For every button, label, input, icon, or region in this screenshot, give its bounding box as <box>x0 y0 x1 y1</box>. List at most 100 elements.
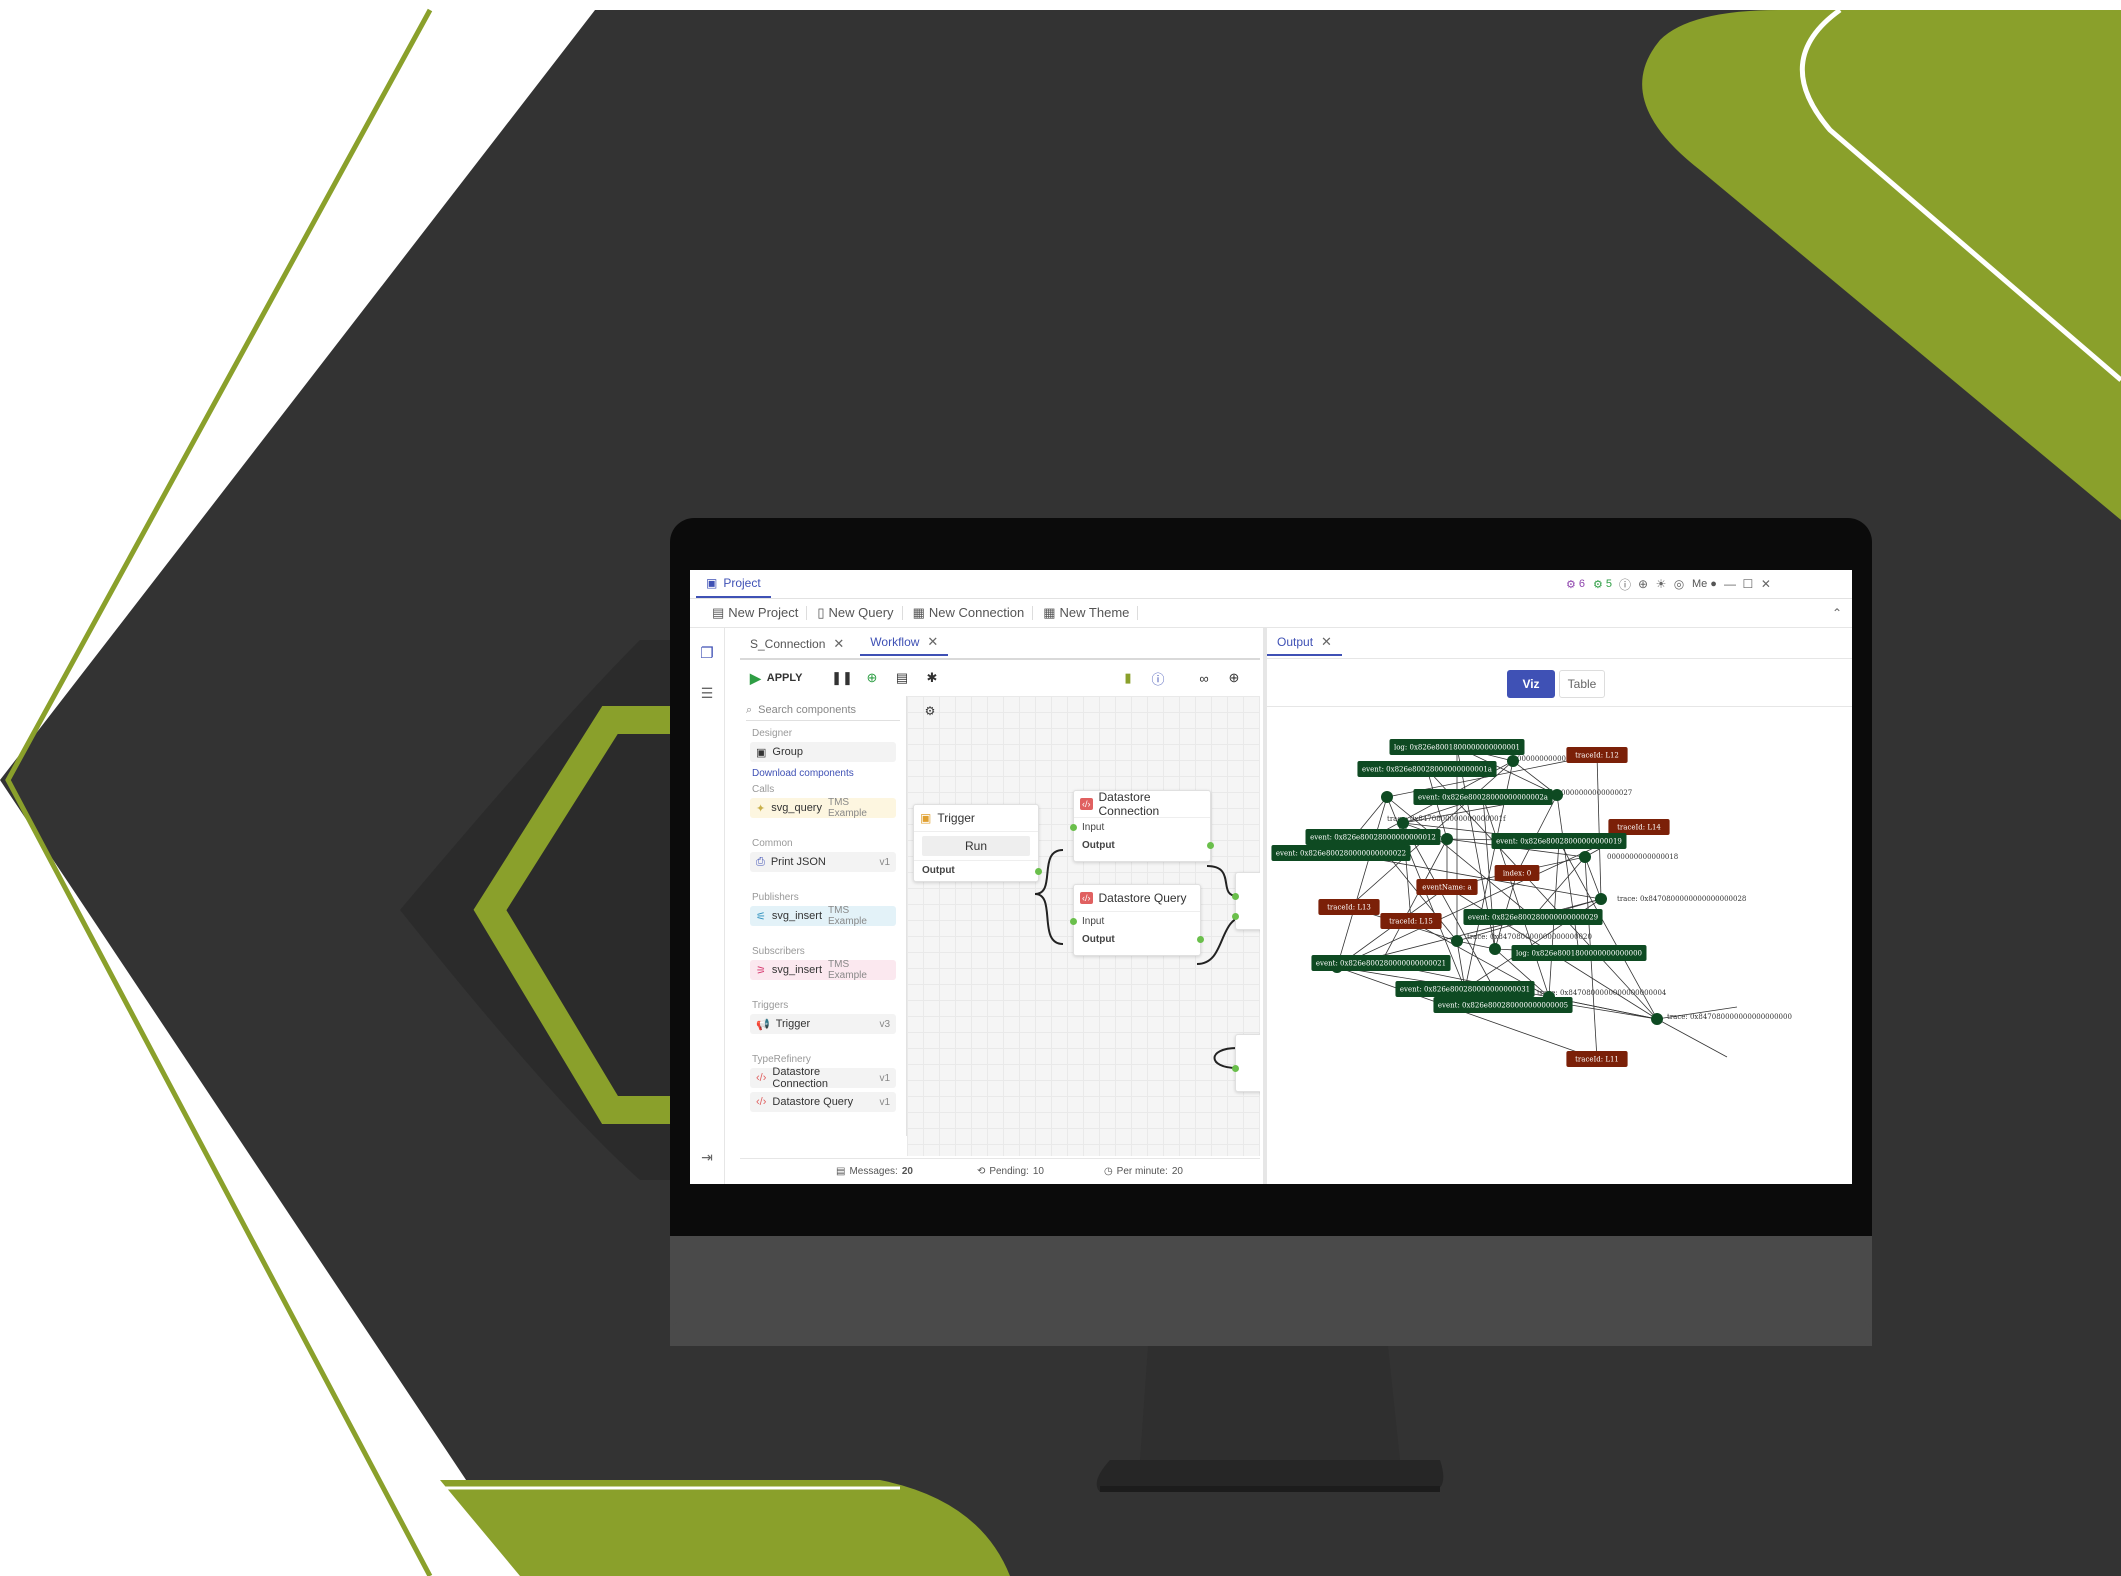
user-menu[interactable]: Me ● <box>1688 574 1721 594</box>
graph-hub[interactable] <box>1451 935 1463 947</box>
close-icon[interactable]: ✕ <box>927 634 938 650</box>
globe-icon[interactable]: ⊕ <box>1634 575 1652 593</box>
output-port[interactable] <box>1207 842 1214 849</box>
component-trigger[interactable]: 📢 Trigger v3 <box>750 1014 896 1034</box>
section-common: Common <box>752 838 793 849</box>
sliders-icon[interactable]: ☰ <box>698 684 716 702</box>
graph-svg[interactable]: 00000000000000170000000000000027trace: 0… <box>1267 707 1852 1184</box>
datastore-connection-node[interactable]: ‹/› Datastore Connection Input Output <box>1070 790 1214 862</box>
viz-button[interactable]: Viz <box>1507 670 1555 698</box>
graph-hub[interactable] <box>1489 943 1501 955</box>
pause-icon[interactable]: ❚❚ <box>831 668 853 688</box>
partial-node-bottom[interactable] <box>1232 1034 1260 1092</box>
bug-icon[interactable]: ✱ <box>922 668 942 688</box>
graph-hub[interactable] <box>1381 791 1393 803</box>
download-components-link[interactable]: Download components <box>752 768 854 779</box>
graph-node[interactable]: traceId: L11 <box>1566 1051 1628 1067</box>
graph-node[interactable]: log: 0x826e8001800000000000001 <box>1389 739 1525 755</box>
graph-node[interactable]: traceId: L14 <box>1608 819 1670 835</box>
info-icon[interactable]: ⓘ <box>1616 575 1634 593</box>
files-icon[interactable]: ❐ <box>698 644 716 662</box>
per-minute-value: 20 <box>1171 1165 1183 1177</box>
graph-node[interactable]: eventName: a <box>1416 879 1478 895</box>
graph-node[interactable]: event: 0x826e800280000000000031 <box>1395 981 1535 997</box>
output-port[interactable] <box>1197 936 1204 943</box>
input-port[interactable] <box>1232 913 1239 920</box>
component-group[interactable]: ▣ Group <box>750 742 896 762</box>
graph-hub[interactable] <box>1595 893 1607 905</box>
graph-node[interactable]: log: 0x826e8001800000000000000 <box>1511 945 1647 961</box>
target-icon[interactable]: ◎ <box>1670 575 1688 593</box>
graph-hub[interactable] <box>1579 851 1591 863</box>
input-port[interactable] <box>1232 1065 1239 1072</box>
menu-new-project[interactable]: ▤ New Project <box>704 605 808 620</box>
graph-node[interactable]: event: 0x826e800280000000000005 <box>1433 997 1573 1013</box>
datastore-query-node[interactable]: ‹/› Datastore Query Input Output <box>1070 884 1204 956</box>
apply-button[interactable]: ▶ APPLY <box>750 668 802 688</box>
graph-node[interactable]: event: 0x826e80028000000000001a <box>1357 761 1497 777</box>
graph-node[interactable]: event: 0x826e800280000000000021 <box>1311 955 1451 971</box>
graph-node[interactable]: event: 0x826e80028000000000019 <box>1491 833 1627 849</box>
close-window-icon[interactable]: ✕ <box>1757 575 1775 593</box>
menu-new-theme[interactable]: ▦ New Theme <box>1035 605 1139 620</box>
graph-hub[interactable] <box>1397 817 1409 829</box>
table-button[interactable]: Table <box>1559 670 1605 698</box>
minimize-icon[interactable]: — <box>1721 575 1739 593</box>
graph-hub[interactable] <box>1551 789 1563 801</box>
graph-node[interactable]: traceId: L12 <box>1566 747 1628 763</box>
graph-node[interactable]: traceId: L15 <box>1380 913 1442 929</box>
maximize-icon[interactable]: ☐ <box>1739 575 1757 593</box>
info-icon[interactable]: ⓘ <box>1148 668 1168 688</box>
run-button[interactable]: Run <box>922 836 1030 856</box>
graph-node[interactable]: traceId: L13 <box>1318 899 1380 915</box>
graph-node-label: event: 0x826e800280000000000031 <box>1400 986 1530 994</box>
component-print-json[interactable]: ⎙ Print JSON v1 <box>750 852 896 872</box>
globe-icon[interactable]: ⊕ <box>1224 668 1244 688</box>
indicator-b[interactable]: ⚙ 5 <box>1589 574 1616 594</box>
component-svg-query[interactable]: ✦ svg_query TMS Example <box>750 797 896 819</box>
close-icon[interactable]: ✕ <box>833 636 844 652</box>
graph-node[interactable]: event: 0x826e80028000000000012 <box>1305 829 1441 845</box>
graph-node[interactable]: event: 0x826e800280000000000029 <box>1463 909 1603 925</box>
component-svg-insert-sub[interactable]: ⚞ svg_insert TMS Example <box>750 959 896 981</box>
link-icon[interactable]: ∞ <box>1194 668 1214 688</box>
tab-s-connection[interactable]: S_Connection ✕ <box>740 632 854 656</box>
component-datastore-connection[interactable]: ‹/› Datastore Connection v1 <box>750 1066 896 1090</box>
component-datastore-query[interactable]: ‹/› Datastore Query v1 <box>750 1092 896 1112</box>
collapse-icon[interactable]: ⌃ <box>1828 604 1846 622</box>
graph-hub[interactable] <box>1441 833 1453 845</box>
graph-visualization[interactable]: 0000000000000017 0000000000000027 trace: 0… <box>1267 706 1852 1184</box>
tab-workflow-label: Workflow <box>870 635 920 649</box>
clipboard-icon[interactable]: ▤ <box>892 668 912 688</box>
project-tab[interactable]: ▣ Project <box>696 570 771 598</box>
graph-hub[interactable] <box>1651 1013 1663 1025</box>
trigger-output-port[interactable] <box>1035 868 1042 875</box>
logout-icon[interactable]: ⇥ <box>698 1148 716 1166</box>
graph-hub[interactable] <box>1507 755 1519 767</box>
menu-new-connection[interactable]: ▦ New Connection <box>905 605 1034 620</box>
graph-node[interactable]: event: 0x826e80028000000000002a <box>1413 789 1553 805</box>
input-port[interactable] <box>1070 918 1077 925</box>
workflow-canvas[interactable]: ⚙ ▣ Trigger Run Output ‹/› Datastore Conne… <box>907 696 1260 1156</box>
indicator-a[interactable]: ⚙ 6 <box>1562 574 1589 594</box>
partial-node-right[interactable] <box>1232 872 1260 930</box>
trigger-node-title: Trigger <box>937 811 975 825</box>
user-label: Me <box>1692 578 1708 590</box>
graph-node[interactable]: event: 0x826e800280000000000022 <box>1271 845 1411 861</box>
graph-node[interactable]: index: 0 <box>1494 865 1540 881</box>
brightness-icon[interactable]: ☀ <box>1652 575 1670 593</box>
close-icon[interactable]: ✕ <box>1321 634 1332 650</box>
book-icon[interactable]: ▮ <box>1118 668 1138 688</box>
menu-new-connection-label: New Connection <box>928 605 1025 620</box>
menu-new-query[interactable]: ▯ New Query <box>809 605 903 620</box>
tab-output[interactable]: Output ✕ <box>1267 630 1342 656</box>
tab-workflow[interactable]: Workflow ✕ <box>860 630 949 656</box>
component-svg-insert-pub[interactable]: ⚟ svg_insert TMS Example <box>750 905 896 927</box>
trigger-node[interactable]: ▣ Trigger Run Output <box>913 804 1042 882</box>
add-icon[interactable]: ⊕ <box>862 668 882 688</box>
input-port[interactable] <box>1232 893 1239 900</box>
input-port[interactable] <box>1070 824 1077 831</box>
output-tab-divider <box>1267 658 1852 659</box>
search-components[interactable]: ⌕ Search components <box>746 700 900 721</box>
graph-node-label: traceId: L12 <box>1575 752 1619 760</box>
